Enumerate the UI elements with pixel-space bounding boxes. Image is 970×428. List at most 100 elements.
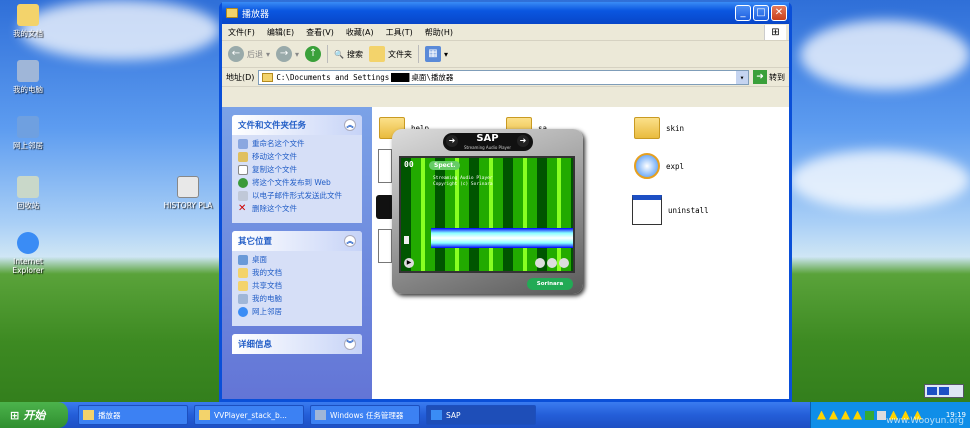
mute-icon[interactable] (535, 258, 545, 268)
menu-file[interactable]: 文件(F) (228, 27, 255, 38)
folder-icon (226, 8, 238, 18)
desktop-icon-recycle-bin[interactable]: 回收站 (0, 176, 56, 210)
minimize-button[interactable]: _ (735, 5, 751, 21)
task-delete[interactable]: ✕ 删除这个文件 (238, 204, 356, 214)
warning-icon[interactable] (841, 410, 850, 420)
folders-button[interactable]: 文件夹 (369, 46, 412, 62)
search-icon: 🔍 (334, 49, 344, 59)
go-button[interactable]: ➜ 转到 (753, 70, 785, 84)
views-button[interactable]: ▦ ▾ (425, 46, 448, 62)
taskbar-item-task-manager[interactable]: Windows 任务管理器 (310, 405, 420, 425)
document-icon[interactable] (378, 229, 392, 263)
delete-icon: ✕ (238, 203, 247, 214)
task-publish-web[interactable]: 将这个文件发布到 Web (238, 178, 356, 188)
email-icon (238, 191, 248, 201)
title-bar[interactable]: 播放器 _ □ ✕ (222, 2, 789, 24)
forward-arrow-icon: → (276, 46, 293, 62)
panel-header[interactable]: 文件和文件夹任务 ︽ (232, 115, 362, 135)
cloud (790, 150, 970, 210)
taskbar-item-sap[interactable]: SAP (426, 405, 536, 425)
menu-tools[interactable]: 工具(T) (386, 27, 413, 38)
folder-icon (262, 72, 274, 82)
place-network[interactable]: 网上邻居 (238, 307, 356, 317)
move-icon (238, 152, 248, 162)
file-item-uninstall[interactable]: uninstall (632, 195, 709, 225)
file-tasks-panel: 文件和文件夹任务 ︽ 重命名这个文件 移动这个文件 复制这个文件 将这个文件发布到… (232, 115, 362, 223)
my-documents-icon (17, 4, 39, 26)
other-places-panel: 其它位置 ︽ 桌面 我的文档 共享文档 我的电脑 网上邻居 (232, 231, 362, 326)
folder-icon (83, 410, 94, 420)
next-arrow-icon[interactable]: ➜ (517, 135, 529, 147)
folder-icon (199, 410, 210, 420)
language-bar[interactable] (924, 384, 964, 398)
task-email[interactable]: 以电子邮件形式发送此文件 (238, 191, 356, 201)
address-label: 地址(D) (226, 72, 255, 82)
views-icon: ▦ (425, 46, 441, 62)
sorinara-logo: Sorinara (527, 278, 573, 290)
desktop-icon-ie[interactable]: Internet Explorer (0, 232, 56, 275)
network-status-icon[interactable] (865, 410, 874, 420)
task-move[interactable]: 移动这个文件 (238, 152, 356, 162)
my-computer-icon (17, 60, 39, 82)
file-item-expl[interactable]: expl (634, 153, 684, 179)
forward-button[interactable]: → ▾ (276, 46, 299, 62)
place-shared-documents[interactable]: 共享文档 (238, 281, 356, 291)
menu-icon[interactable] (547, 258, 557, 268)
volume-icon[interactable] (559, 258, 569, 268)
play-icon[interactable]: ▶ (404, 258, 414, 268)
up-button[interactable]: ↑ (305, 46, 322, 62)
file-item-skin[interactable]: skin (634, 117, 684, 139)
spect-button[interactable]: Spect. (429, 161, 461, 170)
task-copy[interactable]: 复制这个文件 (238, 165, 356, 175)
volume-slider[interactable] (404, 236, 409, 244)
panel-header[interactable]: 其它位置 ︽ (232, 231, 362, 251)
my-documents-icon (238, 268, 248, 278)
document-icon[interactable] (378, 149, 392, 183)
copy-icon (238, 165, 248, 175)
collapse-icon[interactable]: ︽ (344, 119, 356, 131)
address-input[interactable]: C:\Documents and Settings ████ 桌面\播放器 ▾ (258, 69, 749, 85)
back-arrow-icon: ← (228, 46, 244, 62)
maximize-button[interactable]: □ (753, 5, 769, 21)
taskbar-item-player[interactable]: 播放器 (78, 405, 188, 425)
separator (418, 45, 419, 63)
prev-arrow-icon[interactable]: ➜ (446, 135, 458, 147)
place-desktop[interactable]: 桌面 (238, 255, 356, 265)
warning-icon[interactable] (817, 410, 826, 420)
menu-view[interactable]: 查看(V) (306, 27, 334, 38)
menu-bar: 文件(F) 编辑(E) 查看(V) 收藏(A) 工具(T) 帮助(H) ⊞ (222, 24, 789, 41)
globe-icon (238, 178, 248, 188)
monitor-icon[interactable] (877, 410, 886, 420)
taskbar-item-vvplayer[interactable]: VVPlayer_stack_b... (194, 405, 304, 425)
collapse-icon[interactable]: ︽ (344, 235, 356, 247)
visualizer-screen: 00 Spect. Streaming Audio Player Copyrigh… (399, 156, 575, 273)
shared-folder-icon (238, 281, 248, 291)
back-button[interactable]: ← 后退 ▾ (228, 46, 270, 62)
desktop-icon-network[interactable]: 网上邻居 (0, 116, 56, 150)
menu-help[interactable]: 帮助(H) (425, 27, 453, 38)
program-window-icon (632, 195, 662, 225)
track-info: Streaming Audio Player Copyright (c) Sori… (433, 176, 493, 187)
warning-icon[interactable] (853, 410, 862, 420)
warning-icon[interactable] (829, 410, 838, 420)
menu-favorites[interactable]: 收藏(A) (346, 27, 374, 38)
spectrum-band (431, 228, 573, 248)
desktop-icon-history-pla[interactable]: HISTORY PLA (158, 176, 218, 210)
panel-header[interactable]: 详细信息 ︾ (232, 334, 362, 354)
menu-edit[interactable]: 编辑(E) (267, 27, 294, 38)
close-button[interactable]: ✕ (771, 5, 787, 21)
desktop-icon-my-documents[interactable]: 我的文档 (0, 4, 56, 38)
search-button[interactable]: 🔍 搜索 (334, 49, 363, 60)
task-rename[interactable]: 重命名这个文件 (238, 139, 356, 149)
sap-icon (431, 410, 442, 420)
sap-player-window[interactable]: SAP Streaming Audio Player ➜ ➜ 00 Spect. … (392, 129, 583, 294)
dropdown-icon[interactable]: ▾ (736, 70, 748, 84)
place-my-computer[interactable]: 我的电脑 (238, 294, 356, 304)
start-button[interactable]: ⊞ 开始 (0, 402, 68, 428)
folder-icon (634, 117, 660, 139)
network-icon (17, 116, 39, 138)
expand-icon[interactable]: ︾ (344, 338, 356, 350)
my-computer-icon (238, 294, 248, 304)
desktop-icon-my-computer[interactable]: 我的电脑 (0, 60, 56, 94)
place-my-documents[interactable]: 我的文档 (238, 268, 356, 278)
